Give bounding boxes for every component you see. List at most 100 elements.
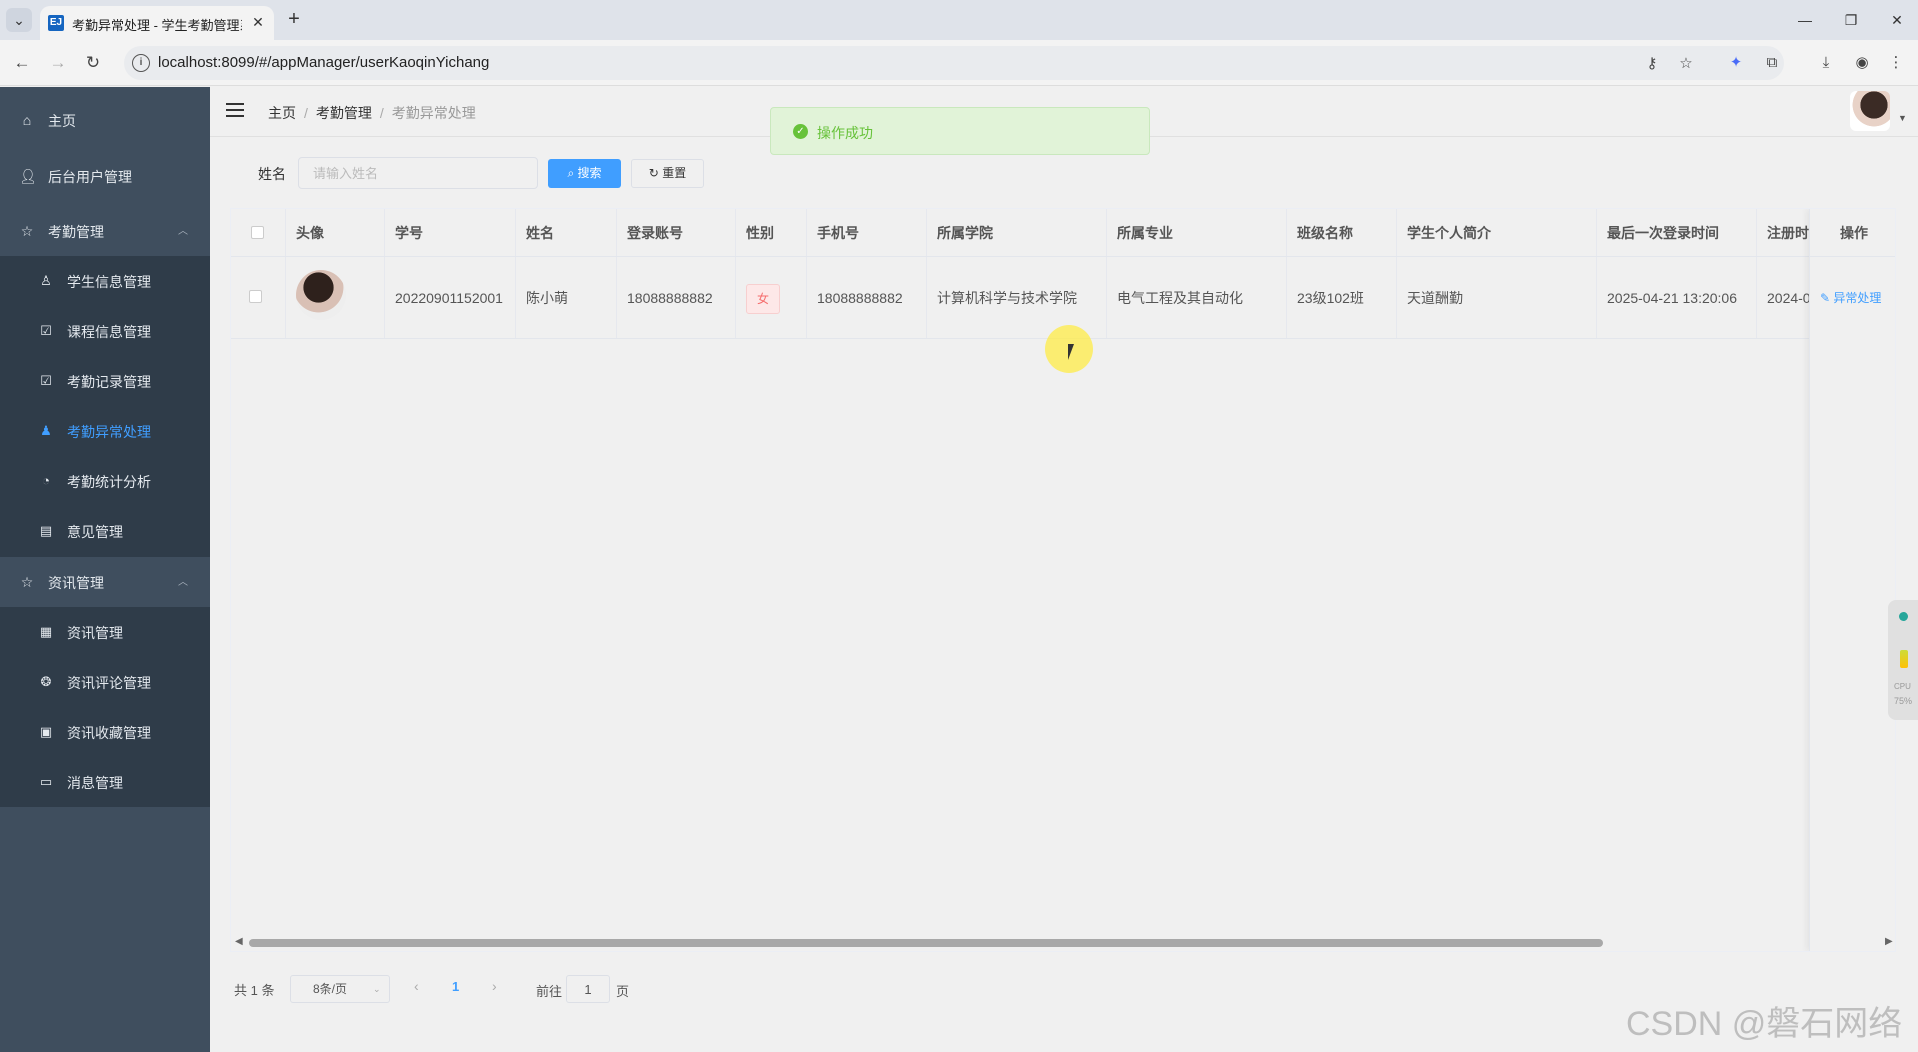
student-avatar[interactable] [296, 270, 346, 320]
browser-toolbar: ← → ↻ i localhost:8099/#/appManager/user… [0, 40, 1918, 86]
name-search-input[interactable] [298, 157, 538, 189]
fixed-action-column: 操作 ✎ 异常处理 [1809, 209, 1895, 951]
column-header[interactable]: 所属学院 [927, 209, 1107, 256]
sidebar-item-messages[interactable]: ▭ 消息管理 [0, 757, 210, 807]
site-info-icon[interactable]: i [132, 54, 150, 72]
tab-search-dropdown-icon[interactable]: ⌄ [6, 8, 32, 32]
column-header[interactable]: 学号 [385, 209, 516, 256]
extension-feather-icon[interactable]: ✦ [1724, 51, 1748, 75]
goto-page-input[interactable] [566, 975, 610, 1003]
column-header[interactable]: 姓名 [516, 209, 617, 256]
sidebar-item-feedback[interactable]: ▤ 意见管理 [0, 506, 210, 556]
scroll-right-arrow-icon[interactable]: ▶ [1885, 936, 1893, 947]
password-key-icon[interactable]: ⚷ [1642, 54, 1662, 74]
menu-toggle-icon[interactable] [226, 103, 244, 119]
sidebar-item-admin-users[interactable]: 👤︎ 后台用户管理 [0, 151, 210, 201]
new-tab-plus-icon[interactable]: + [282, 8, 306, 32]
url-text[interactable]: localhost:8099/#/appManager/userKaoqinYi… [158, 54, 489, 71]
cpu-bar-icon [1900, 650, 1908, 668]
clipboard-check-icon: ☑ [40, 373, 52, 388]
page-number[interactable]: 1 [452, 979, 459, 994]
intro-cell: 天道酬勤 [1397, 257, 1597, 338]
sidebar-item-news[interactable]: ▦ 资讯管理 [0, 607, 210, 657]
breadcrumb-attendance[interactable]: 考勤管理 [316, 105, 372, 121]
row-checkbox[interactable] [249, 290, 262, 303]
gender-tag: 女 [746, 284, 780, 315]
horizontal-scrollbar[interactable]: ◀ ▶ [231, 935, 1895, 951]
column-header[interactable]: 头像 [286, 209, 385, 256]
more-menu-icon[interactable]: ⋮ [1884, 51, 1908, 75]
reset-button[interactable]: ↻ 重置 [631, 159, 704, 188]
sidebar-item-student-info[interactable]: ♙ 学生信息管理 [0, 256, 210, 306]
document-icon: ▦ [39, 624, 53, 639]
system-monitor-widget[interactable]: CPU 75% [1888, 600, 1918, 720]
sidebar-item-label: 资讯评论管理 [67, 675, 151, 691]
sidebar-group-news[interactable]: ☆ 资讯管理 ︿ [0, 557, 210, 607]
sidebar-item-label: 考勤统计分析 [67, 474, 151, 490]
mouse-cursor-icon [1068, 344, 1080, 360]
student-table: 头像 学号 姓名 登录账号 性别 手机号 所属学院 所属专业 班级名称 学生个人… [230, 208, 1896, 952]
back-arrow-icon[interactable]: ← [9, 50, 35, 76]
table-header-row: 头像 学号 姓名 登录账号 性别 手机号 所属学院 所属专业 班级名称 学生个人… [231, 209, 1895, 257]
sidebar-item-course-info[interactable]: ☑ 课程信息管理 [0, 306, 210, 356]
sidebar-item-label: 课程信息管理 [67, 324, 151, 340]
minimize-icon[interactable]: — [1790, 8, 1820, 32]
sidebar-item-label: 后台用户管理 [48, 169, 132, 185]
extensions-puzzle-icon[interactable]: ⧉ [1760, 51, 1784, 75]
edit-icon: ✎ [1820, 291, 1831, 305]
forward-arrow-icon[interactable]: → [45, 50, 71, 76]
sidebar-item-news-favorites[interactable]: ▣ 资讯收藏管理 [0, 707, 210, 757]
breadcrumb-home[interactable]: 主页 [268, 105, 296, 121]
sidebar-item-home[interactable]: ⌂ 主页 [0, 95, 210, 145]
star-icon: ☆ [20, 574, 34, 590]
breadcrumb-current: 考勤异常处理 [391, 105, 476, 121]
address-bar[interactable]: i localhost:8099/#/appManager/userKaoqin… [124, 46, 1784, 80]
column-header[interactable]: 性别 [736, 209, 807, 256]
gender-cell: 女 [736, 257, 807, 338]
action-label: 异常处理 [1833, 291, 1882, 305]
scrollbar-thumb[interactable] [249, 939, 1603, 947]
clipboard-icon: ▤ [39, 523, 53, 538]
sidebar-item-attendance-records[interactable]: ☑ 考勤记录管理 [0, 356, 210, 406]
name-filter-label: 姓名 [258, 166, 286, 182]
sidebar-item-news-comments[interactable]: ❂ 资讯评论管理 [0, 657, 210, 707]
bookmark-star-icon[interactable]: ☆ [1676, 54, 1696, 74]
column-header[interactable]: 学生个人简介 [1397, 209, 1597, 256]
browser-tab[interactable]: EJ 考勤异常处理 - 学生考勤管理系 ✕ [40, 6, 274, 40]
page-size-select[interactable]: 8条/页 ⌄ [290, 975, 390, 1003]
sidebar-item-attendance-stats[interactable]: ◔ 考勤统计分析 [0, 456, 210, 506]
chevron-up-icon: ︿ [178, 226, 188, 237]
sidebar-item-attendance-exceptions[interactable]: ♟ 考勤异常处理 [0, 406, 210, 456]
sidebar-item-label: 资讯管理 [48, 575, 104, 591]
column-header[interactable]: 手机号 [807, 209, 927, 256]
column-header-action: 操作 [1810, 209, 1895, 257]
select-all-checkbox[interactable] [251, 226, 264, 239]
next-page-icon[interactable]: › [492, 978, 497, 994]
wheel-icon: ❂ [40, 674, 52, 689]
prev-page-icon[interactable]: ‹ [414, 978, 419, 994]
avatar-cell [286, 257, 385, 338]
search-icon: ⌕ [567, 166, 575, 180]
column-header[interactable]: 登录账号 [617, 209, 736, 256]
sidebar-group-attendance[interactable]: ☆ 考勤管理 ︿ [0, 206, 210, 256]
scroll-left-arrow-icon[interactable]: ◀ [235, 936, 243, 947]
download-icon[interactable]: ⤓ [1814, 51, 1838, 75]
column-header[interactable]: 所属专业 [1107, 209, 1287, 256]
restore-icon[interactable]: ❐ [1836, 8, 1866, 32]
profile-icon[interactable]: ◉ [1850, 51, 1874, 75]
close-window-icon[interactable]: ✕ [1882, 8, 1912, 32]
column-header[interactable]: 最后一次登录时间 [1597, 209, 1757, 256]
sidebar-item-label: 意见管理 [67, 524, 123, 540]
caret-down-icon[interactable]: ▼ [1898, 113, 1907, 123]
student-id-cell: 20220901152001 [385, 257, 516, 338]
user-avatar[interactable] [1850, 91, 1890, 131]
news-submenu: ▦ 资讯管理 ❂ 资讯评论管理 ▣ 资讯收藏管理 ▭ 消息管理 [0, 607, 210, 807]
search-button[interactable]: ⌕ 搜索 [548, 159, 621, 188]
sidebar: ⌂ 主页 👤︎ 后台用户管理 ☆ 考勤管理 ︿ ♙ 学生信息管理 ☑ 课程信息管… [0, 87, 210, 1052]
sidebar-item-label: 考勤记录管理 [67, 374, 151, 390]
major-cell: 电气工程及其自动化 [1107, 257, 1287, 338]
reload-icon[interactable]: ↻ [80, 50, 106, 76]
close-tab-icon[interactable]: ✕ [248, 12, 268, 32]
handle-exception-link[interactable]: ✎ 异常处理 [1820, 257, 1881, 339]
column-header[interactable]: 班级名称 [1287, 209, 1397, 256]
